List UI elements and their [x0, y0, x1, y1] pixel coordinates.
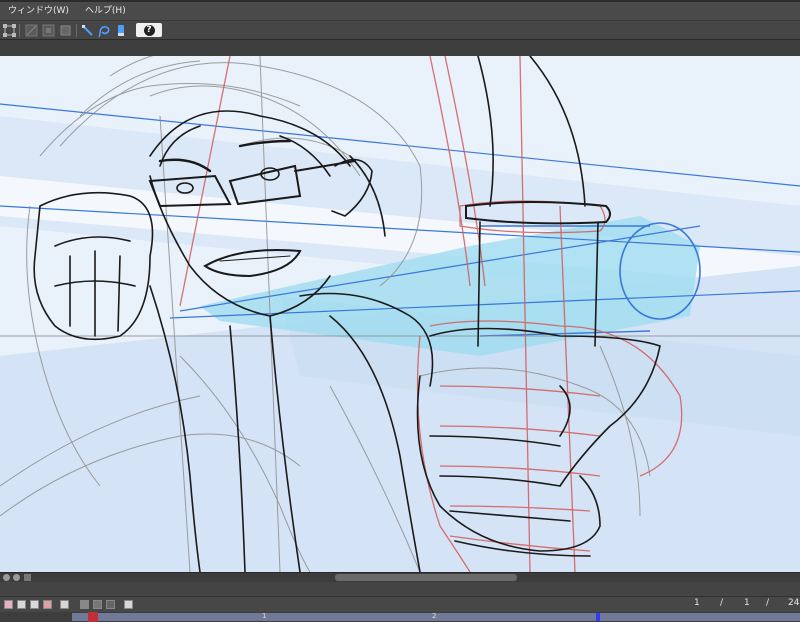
toolbar-separator — [76, 24, 77, 37]
onion-skin-icon[interactable] — [60, 600, 69, 609]
bucket-icon[interactable] — [114, 23, 129, 38]
scroll-left-icon[interactable] — [24, 574, 31, 581]
frame-view-icon[interactable] — [124, 600, 133, 609]
ruler-mark: 1 — [262, 612, 267, 620]
frame-separator: / — [766, 598, 770, 608]
menu-help[interactable]: ヘルプ(H) — [77, 2, 134, 20]
transform-icon[interactable] — [2, 23, 17, 38]
current-frame: 1 — [694, 598, 700, 608]
help-button[interactable]: ? — [136, 23, 162, 37]
canvas-margin — [0, 40, 800, 56]
settings-icon[interactable] — [106, 600, 115, 609]
lasso-icon[interactable] — [97, 23, 112, 38]
panel-divider — [0, 582, 800, 596]
play-icon[interactable] — [80, 600, 89, 609]
toolbar-separator — [19, 24, 20, 37]
horizontal-scrollbar[interactable] — [335, 574, 517, 581]
help-icon: ? — [143, 24, 155, 36]
layer-icon[interactable] — [24, 23, 39, 38]
timeline-toolbar: 1 / 1 / 24 — [0, 596, 800, 613]
menu-window[interactable]: ウィンドウ(W) — [0, 2, 77, 20]
keyframe-marker[interactable] — [596, 613, 600, 621]
square-icon[interactable] — [58, 23, 73, 38]
playhead-marker[interactable] — [88, 612, 98, 622]
copy-frame-icon[interactable] — [30, 600, 39, 609]
frame-separator: / — [720, 598, 724, 608]
drawing-canvas[interactable] — [0, 56, 800, 572]
new-cel-icon[interactable] — [17, 600, 26, 609]
ruler-mark: 2 — [432, 612, 437, 620]
menu-bar: ウィンドウ(W) ヘルプ(H) — [0, 0, 800, 20]
delete-frame-icon[interactable] — [43, 600, 52, 609]
command-bar: ? — [0, 20, 800, 40]
timeline-ruler[interactable]: 1 2 — [0, 612, 800, 622]
new-frame-icon[interactable] — [4, 600, 13, 609]
reset-icon[interactable] — [13, 574, 20, 581]
loop-icon[interactable] — [93, 600, 102, 609]
mask-icon[interactable] — [41, 23, 56, 38]
pen-icon[interactable] — [80, 23, 95, 38]
rotate-icon[interactable] — [3, 574, 10, 581]
page-number: 1 — [744, 598, 750, 608]
total-frames: 24 — [788, 598, 800, 608]
sketch-artwork — [0, 56, 800, 572]
